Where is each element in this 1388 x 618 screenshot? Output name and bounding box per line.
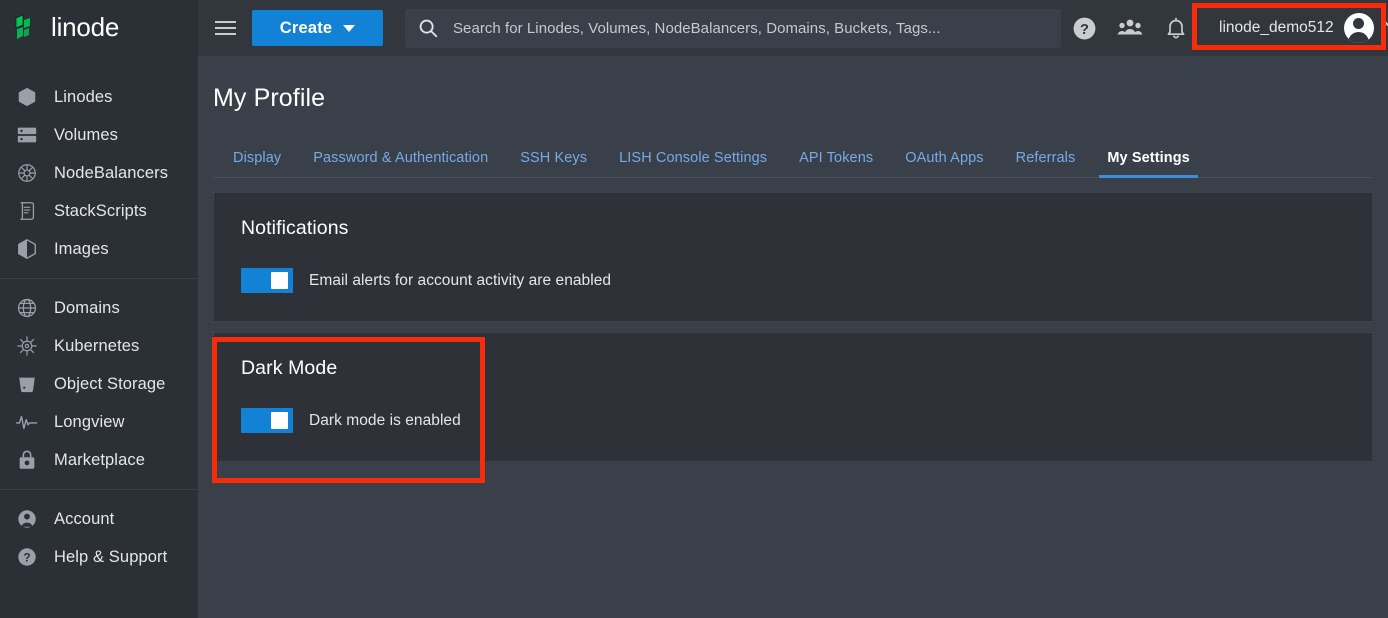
dark-mode-toggle[interactable] xyxy=(241,408,293,433)
community-icon[interactable] xyxy=(1107,0,1153,56)
sidebar-group-account: Account ? Help & Support xyxy=(0,489,198,576)
sidebar-item-label: Marketplace xyxy=(54,451,145,470)
page-content: My Profile Display Password & Authentica… xyxy=(198,56,1388,618)
sidebar-item-object-storage[interactable]: Object Storage xyxy=(0,365,198,403)
brand-name: linode xyxy=(51,14,119,43)
volumes-stack-icon xyxy=(14,122,40,148)
bucket-icon xyxy=(14,371,40,397)
stackscripts-scroll-icon xyxy=(14,198,40,224)
search-input[interactable] xyxy=(453,20,1049,37)
pulse-wave-icon xyxy=(14,409,40,435)
email-alerts-setting-row: Email alerts for account activity are en… xyxy=(241,268,1345,293)
sidebar-item-longview[interactable]: Longview xyxy=(0,403,198,441)
create-button-label: Create xyxy=(280,19,333,38)
globe-icon xyxy=(14,295,40,321)
sidebar-item-label: Domains xyxy=(54,299,120,318)
sidebar-item-stackscripts[interactable]: StackScripts xyxy=(0,192,198,230)
kubernetes-helm-icon xyxy=(14,333,40,359)
sidebar-item-label: Volumes xyxy=(54,126,118,145)
main-column: Create ? xyxy=(198,0,1388,618)
tab-lish-console-settings[interactable]: LISH Console Settings xyxy=(603,150,783,177)
account-person-icon xyxy=(14,506,40,532)
sidebar-item-marketplace[interactable]: Marketplace xyxy=(0,441,198,479)
tab-api-tokens[interactable]: API Tokens xyxy=(783,150,889,177)
sidebar-item-label: Linodes xyxy=(54,88,113,107)
sidebar-item-linodes[interactable]: Linodes xyxy=(0,78,198,116)
sidebar-item-account[interactable]: Account xyxy=(0,500,198,538)
sidebar-item-label: Object Storage xyxy=(54,375,165,394)
user-menu[interactable]: linode_demo512 xyxy=(1207,5,1388,51)
top-bar-actions: ? xyxy=(1061,0,1388,56)
sidebar-item-volumes[interactable]: Volumes xyxy=(0,116,198,154)
svg-text:?: ? xyxy=(23,551,30,565)
brand-logo-area[interactable]: linode xyxy=(0,0,198,56)
tab-password-authentication[interactable]: Password & Authentication xyxy=(297,150,504,177)
dark-mode-label: Dark mode is enabled xyxy=(309,412,461,430)
sidebar-item-help-support[interactable]: ? Help & Support xyxy=(0,538,198,576)
sidebar: linode Linodes Volumes xyxy=(0,0,198,618)
top-navigation-bar: Create ? xyxy=(198,0,1388,56)
toggle-knob xyxy=(271,412,288,429)
email-alerts-label: Email alerts for account activity are en… xyxy=(309,272,611,290)
search-icon xyxy=(417,17,439,39)
notifications-bell-icon[interactable] xyxy=(1153,0,1199,56)
username-label: linode_demo512 xyxy=(1219,19,1334,37)
global-search-box[interactable] xyxy=(405,9,1061,48)
create-button[interactable]: Create xyxy=(252,10,383,46)
app-root: linode Linodes Volumes xyxy=(0,0,1388,618)
sidebar-item-label: NodeBalancers xyxy=(54,164,168,183)
email-alerts-toggle[interactable] xyxy=(241,268,293,293)
hamburger-menu-icon[interactable] xyxy=(210,13,240,43)
profile-tabs: Display Password & Authentication SSH Ke… xyxy=(213,139,1373,178)
sidebar-item-label: StackScripts xyxy=(54,202,147,221)
question-mark-circle-icon: ? xyxy=(14,544,40,570)
toggle-knob xyxy=(271,272,288,289)
dark-mode-panel-title: Dark Mode xyxy=(241,357,1345,380)
notifications-panel: Notifications Email alerts for account a… xyxy=(213,192,1373,322)
sidebar-item-label: Longview xyxy=(54,413,125,432)
sidebar-item-kubernetes[interactable]: Kubernetes xyxy=(0,327,198,365)
marketplace-bag-icon xyxy=(14,447,40,473)
linode-cube-logo-icon xyxy=(12,13,42,43)
page-title: My Profile xyxy=(213,84,1373,113)
help-icon[interactable]: ? xyxy=(1061,0,1107,56)
tab-referrals[interactable]: Referrals xyxy=(1000,150,1092,177)
tab-my-settings[interactable]: My Settings xyxy=(1091,150,1205,177)
nodebalancers-icon xyxy=(14,160,40,186)
chevron-down-icon xyxy=(1384,21,1388,35)
sidebar-group-services: Domains Kubernetes Objec xyxy=(0,278,198,479)
tab-oauth-apps[interactable]: OAuth Apps xyxy=(889,150,999,177)
chevron-down-icon xyxy=(343,25,355,32)
notifications-panel-title: Notifications xyxy=(241,217,1345,240)
sidebar-group-compute: Linodes Volumes xyxy=(0,78,198,268)
sidebar-item-label: Images xyxy=(54,240,109,259)
dark-mode-panel: Dark Mode Dark mode is enabled xyxy=(213,332,1373,462)
svg-text:?: ? xyxy=(1080,21,1089,37)
sidebar-item-nodebalancers[interactable]: NodeBalancers xyxy=(0,154,198,192)
sidebar-item-label: Kubernetes xyxy=(54,337,139,356)
tab-display[interactable]: Display xyxy=(217,150,297,177)
sidebar-item-images[interactable]: Images xyxy=(0,230,198,268)
dark-mode-setting-row: Dark mode is enabled xyxy=(241,408,1345,433)
user-avatar-icon xyxy=(1344,13,1374,43)
tab-ssh-keys[interactable]: SSH Keys xyxy=(504,150,603,177)
sidebar-item-label: Help & Support xyxy=(54,548,167,567)
images-hexagon-icon xyxy=(14,236,40,262)
sidebar-item-label: Account xyxy=(54,510,114,529)
linode-hexagon-icon xyxy=(14,84,40,110)
sidebar-item-domains[interactable]: Domains xyxy=(0,289,198,327)
